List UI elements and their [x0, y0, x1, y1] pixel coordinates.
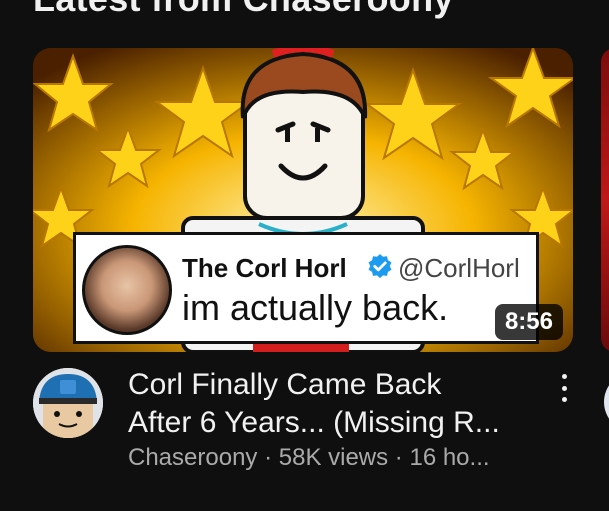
- menu-dot: [561, 397, 567, 402]
- channel-avatar-image: [33, 368, 103, 438]
- section-title[interactable]: Latest from Chaseroony: [33, 0, 454, 20]
- tweet-text: im actually back.: [182, 287, 449, 328]
- youtube-channel-shelf: Latest from Chaseroony: [0, 0, 609, 511]
- view-count: 58K views: [278, 444, 389, 471]
- menu-dot: [561, 385, 567, 391]
- video-title[interactable]: Corl Finally Came Back After 6 Years... …: [128, 366, 538, 442]
- video-title-line-2: After 6 Years... (Missing R...: [128, 406, 500, 439]
- upload-age: 16 ho...: [409, 444, 490, 471]
- video-duration-badge: 8:56: [494, 304, 563, 340]
- verified-badge-icon: [368, 254, 392, 278]
- more-vert-icon[interactable]: [552, 372, 576, 404]
- tweet-avatar: [82, 245, 172, 335]
- video-thumbnail[interactable]: The Corl Horl @CorlHorl im actually back…: [33, 48, 573, 352]
- meta-separator: ·: [388, 444, 410, 471]
- tweet-name: The Corl Horl: [182, 253, 347, 283]
- channel-name[interactable]: Chaseroony: [128, 444, 257, 471]
- next-video-thumbnail-peek[interactable]: [601, 48, 609, 352]
- menu-dot: [561, 374, 567, 379]
- next-channel-avatar-peek[interactable]: [604, 372, 609, 432]
- video-title-line-1: Corl Finally Came Back: [128, 368, 442, 401]
- meta-separator: ·: [257, 444, 279, 471]
- tweet-card: The Corl Horl @CorlHorl im actually back…: [73, 232, 539, 344]
- channel-avatar[interactable]: [33, 368, 103, 438]
- video-metadata: Chaseroony · 58K views · 16 ho...: [128, 444, 490, 472]
- tweet-handle: @CorlHorl: [398, 253, 520, 283]
